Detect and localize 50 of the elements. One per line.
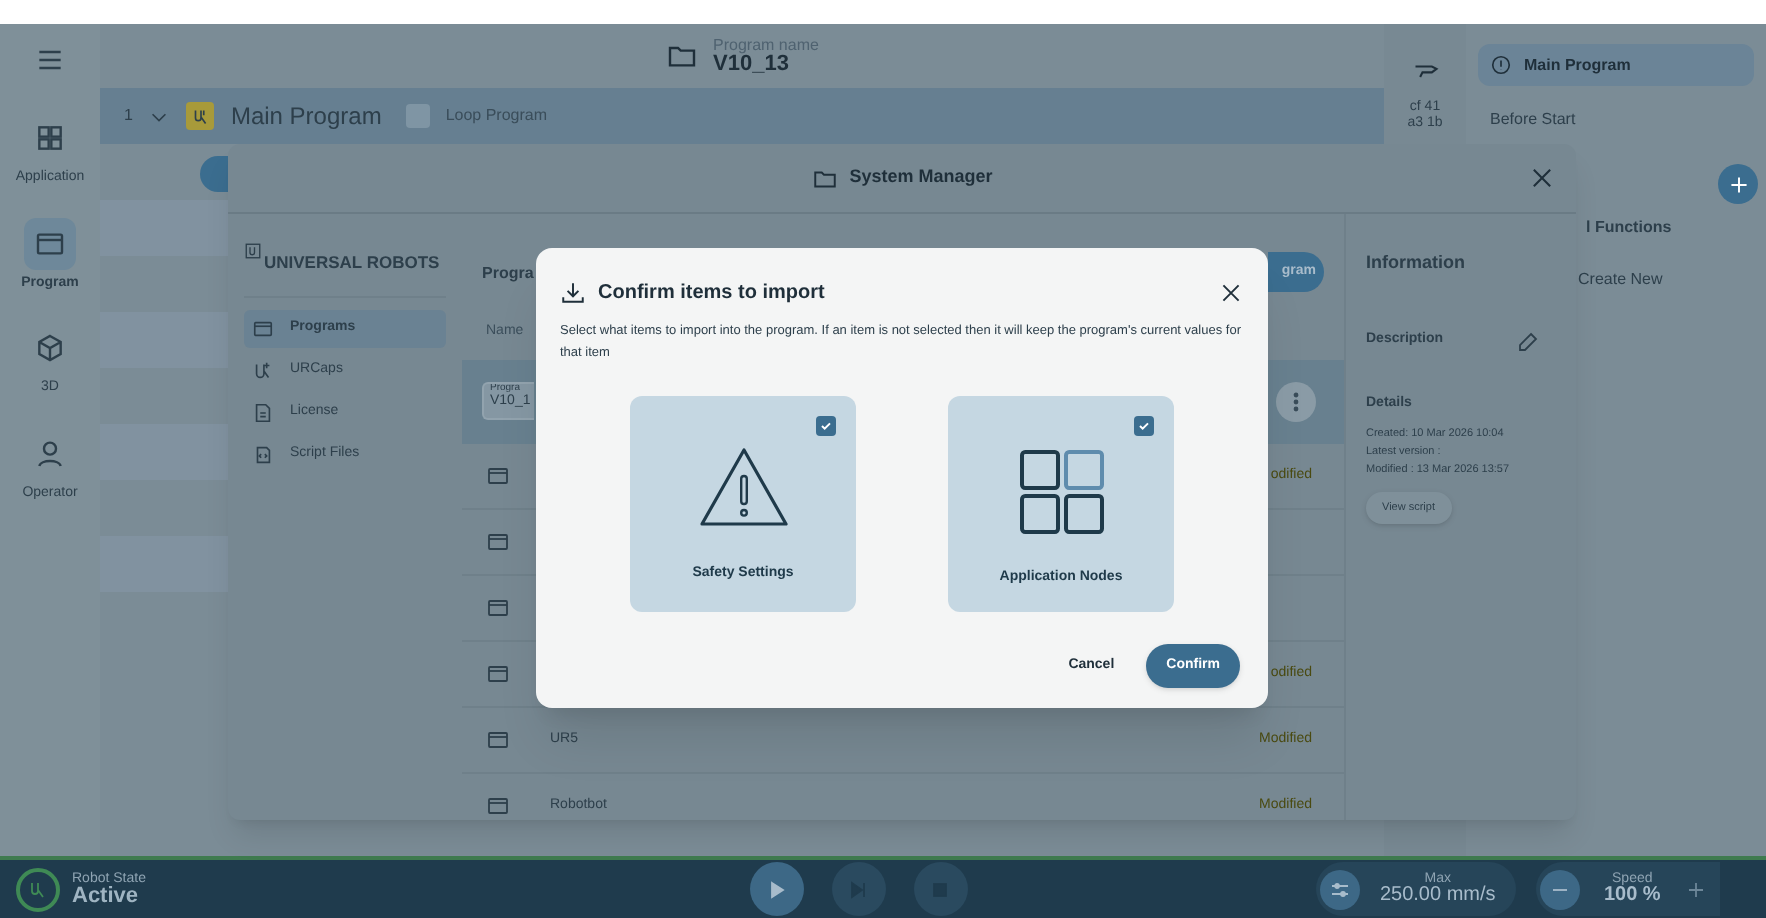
add-button[interactable]	[1718, 164, 1758, 204]
slider-glyph-icon	[1327, 877, 1352, 901]
program-name: V10_13	[713, 53, 791, 75]
ur-glyph-icon	[26, 877, 50, 901]
decrease-button[interactable]	[1539, 869, 1580, 909]
window-icon	[486, 794, 510, 818]
ur-plus-icon	[252, 360, 274, 382]
section-title: l Functions	[1586, 216, 1674, 240]
window-icon	[486, 662, 510, 686]
side-panel-item[interactable]: Main Program	[1478, 44, 1754, 86]
window-icon	[33, 227, 66, 259]
pencil-icon[interactable]	[1516, 329, 1540, 353]
check-icon	[1136, 418, 1152, 434]
dialog-title: Confirm items to import	[598, 279, 825, 307]
section-title: Progra	[482, 262, 534, 286]
check-icon	[818, 418, 834, 434]
brand-name: UNIVERSAL ROBOTS	[264, 250, 440, 276]
speed-value: 100 %	[1603, 886, 1661, 906]
window-icon	[252, 318, 274, 340]
cube-icon	[34, 332, 66, 364]
info-icon	[1490, 54, 1512, 76]
max-value: 250.00 mm/s	[1379, 886, 1496, 906]
window-icon	[486, 464, 510, 488]
ur-logo-icon	[244, 242, 262, 260]
close-icon	[1218, 279, 1244, 305]
person-icon	[34, 437, 66, 469]
document-icon	[252, 402, 274, 424]
download-icon	[560, 279, 586, 305]
close-icon	[1528, 164, 1556, 192]
window-icon	[486, 728, 510, 752]
plus-icon	[1684, 877, 1709, 901]
checkbox[interactable]	[405, 104, 430, 128]
increase-button[interactable]	[1684, 877, 1709, 901]
play-button[interactable]	[749, 862, 804, 916]
close-button[interactable]	[1218, 279, 1244, 305]
dialog-title: System Manager	[849, 164, 993, 191]
plus-icon	[1725, 171, 1751, 197]
window-icon	[486, 596, 510, 620]
checkbox[interactable]	[1134, 416, 1154, 436]
create-new-link[interactable]: Create New	[1578, 268, 1754, 292]
window-icon	[486, 530, 510, 554]
side-panel-item[interactable]: Before Start	[1478, 98, 1754, 140]
apps-grid-icon	[34, 122, 66, 154]
line-number: 1	[124, 104, 133, 128]
robot-state: Active	[72, 885, 141, 907]
panel-title: Information	[1366, 250, 1467, 276]
more-options-button[interactable]	[1276, 382, 1316, 422]
node-title: Main Program	[230, 100, 382, 134]
checkbox[interactable]	[816, 416, 836, 436]
script-file-icon	[252, 444, 274, 466]
